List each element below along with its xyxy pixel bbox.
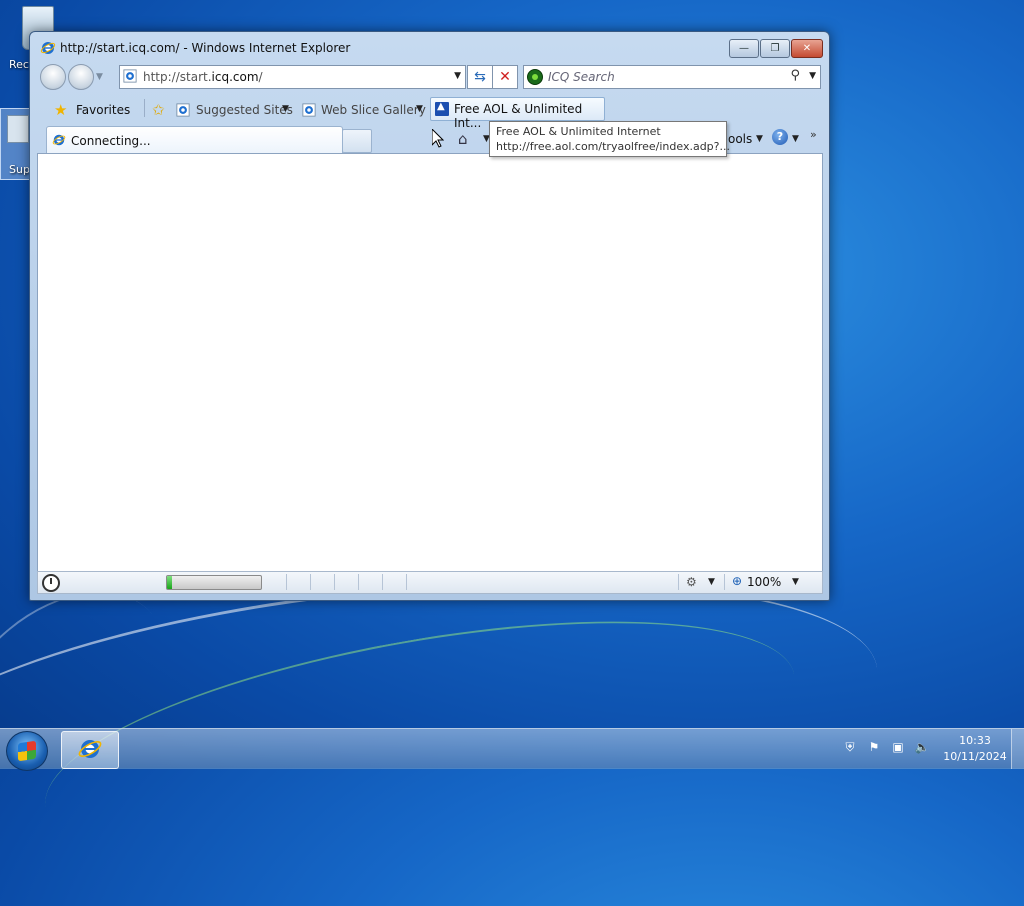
- show-desktop-button[interactable]: [1011, 729, 1024, 769]
- ie-page-icon: [302, 103, 316, 117]
- url-suffix: /: [258, 70, 263, 84]
- ie-logo-icon: [40, 42, 56, 54]
- address-url: http://start.icq.com/: [143, 70, 263, 84]
- address-dropdown[interactable]: ▼: [454, 71, 461, 81]
- help-icon[interactable]: ?: [772, 129, 788, 145]
- restore-button[interactable]: ❐: [760, 39, 790, 58]
- loading-clock-icon: [42, 574, 60, 592]
- close-button[interactable]: ✕: [791, 39, 823, 58]
- tooltip-title: Free AOL & Unlimited Internet: [496, 125, 661, 138]
- refresh-button[interactable]: ⇆: [467, 65, 493, 89]
- status-divider: [724, 574, 725, 590]
- desktop-icon-label: Rec: [9, 58, 29, 71]
- tooltip-url: http://free.aol.com/tryaolfree/index.adp…: [496, 140, 730, 153]
- windows-logo-icon: [18, 740, 36, 762]
- web-slice-gallery-button[interactable]: Web Slice Gallery: [321, 103, 426, 117]
- new-tab-button[interactable]: [342, 129, 372, 153]
- zoom-icon[interactable]: ⊕: [732, 574, 742, 588]
- taskbar: ⛨ ⚑ ▣ 🔈 10:33 10/11/2024: [0, 728, 1024, 771]
- status-bar: ⚙ ▼ ⊕ 100% ▼: [37, 571, 823, 594]
- protected-mode-dropdown[interactable]: ▼: [708, 577, 715, 587]
- page-content-area[interactable]: [37, 153, 823, 572]
- ie-page-icon: [176, 103, 190, 117]
- shortcut-icon: [7, 115, 29, 143]
- security-shield-icon[interactable]: ⛨: [842, 739, 858, 755]
- desktop-icon-support[interactable]: Sup: [0, 108, 32, 180]
- search-box[interactable]: ICQ Search ⚲ ▼: [523, 65, 821, 89]
- desktop-icon-label: Sup: [9, 163, 30, 176]
- zoom-level[interactable]: 100%: [747, 575, 781, 589]
- tab-label: Connecting...: [71, 134, 151, 148]
- progress-bar: [166, 575, 262, 590]
- ie-page-icon: [123, 69, 137, 83]
- window-title: http://start.icq.com/ - Windows Internet…: [60, 41, 351, 55]
- clock[interactable]: 10:33 10/11/2024: [938, 733, 1012, 765]
- aol-favorite-button[interactable]: Free AOL & Unlimited Int...: [430, 97, 605, 130]
- minimize-button[interactable]: —: [729, 39, 759, 58]
- toolbar-separator: [144, 99, 145, 117]
- ie-window: http://start.icq.com/ - Windows Internet…: [29, 31, 830, 601]
- status-divider: [382, 574, 383, 590]
- address-bar[interactable]: http://start.icq.com/ ▼: [119, 65, 466, 89]
- icq-logo-icon: [527, 69, 543, 85]
- tools-dropdown[interactable]: ▼: [756, 134, 763, 144]
- system-tray: ⛨ ⚑ ▣ 🔈: [842, 739, 930, 755]
- network-icon[interactable]: ▣: [890, 739, 906, 755]
- favorites-bar: ★ Favorites ✩ Suggested Sites ▼ Web Slic…: [38, 95, 821, 130]
- volume-muted-icon[interactable]: 🔈: [914, 739, 930, 755]
- favorites-button[interactable]: Favorites: [76, 103, 130, 117]
- forward-button[interactable]: [68, 64, 94, 90]
- web-slice-gallery-dropdown[interactable]: ▼: [416, 104, 423, 114]
- status-divider: [358, 574, 359, 590]
- protected-mode-icon[interactable]: ⚙: [686, 575, 697, 589]
- favorite-tooltip: Free AOL & Unlimited Internet http://fre…: [489, 121, 730, 157]
- clock-date: 10/11/2024: [943, 750, 1007, 763]
- favorites-star-icon: ★: [54, 101, 68, 119]
- help-dropdown[interactable]: ▼: [792, 134, 799, 144]
- ie-page-icon: [52, 134, 66, 146]
- aol-icon: [435, 101, 449, 116]
- add-to-favorites-icon[interactable]: ✩: [152, 101, 165, 119]
- search-icon[interactable]: ⚲: [790, 68, 800, 83]
- navigation-bar: ▼ http://start.icq.com/ ▼ ⇆ ✕ ICQ Search…: [38, 64, 821, 90]
- more-commands-chevron-icon[interactable]: »: [810, 128, 817, 141]
- title-bar[interactable]: http://start.icq.com/ - Windows Internet…: [30, 32, 829, 62]
- progress-fill: [167, 576, 172, 589]
- caption-buttons: — ❐ ✕: [728, 39, 823, 58]
- clock-time: 10:33: [959, 734, 991, 747]
- suggested-sites-button[interactable]: Suggested Sites: [196, 103, 293, 117]
- search-options-dropdown[interactable]: ▼: [809, 71, 816, 81]
- ie-logo-icon: [78, 740, 102, 758]
- url-prefix: http://start.: [143, 70, 212, 84]
- tab-connecting[interactable]: Connecting...: [46, 126, 343, 153]
- zoom-dropdown[interactable]: ▼: [792, 577, 799, 587]
- start-button[interactable]: [6, 731, 48, 771]
- stop-icon: ✕: [499, 69, 511, 85]
- url-domain: icq.com: [211, 70, 259, 84]
- status-divider: [406, 574, 407, 590]
- home-icon[interactable]: ⌂: [458, 130, 468, 148]
- back-button[interactable]: [40, 64, 66, 90]
- recent-pages-dropdown[interactable]: ▼: [96, 72, 103, 82]
- status-divider: [334, 574, 335, 590]
- status-divider: [286, 574, 287, 590]
- action-center-flag-icon[interactable]: ⚑: [866, 739, 882, 755]
- status-divider: [310, 574, 311, 590]
- suggested-sites-dropdown[interactable]: ▼: [282, 104, 289, 114]
- refresh-icon: ⇆: [474, 69, 486, 85]
- search-placeholder: ICQ Search: [548, 70, 615, 84]
- taskbar-ie-button[interactable]: [61, 731, 119, 769]
- tools-menu-button[interactable]: ools: [728, 132, 752, 146]
- stop-button[interactable]: ✕: [492, 65, 518, 89]
- status-divider: [678, 574, 679, 590]
- mouse-cursor-icon: [432, 129, 444, 148]
